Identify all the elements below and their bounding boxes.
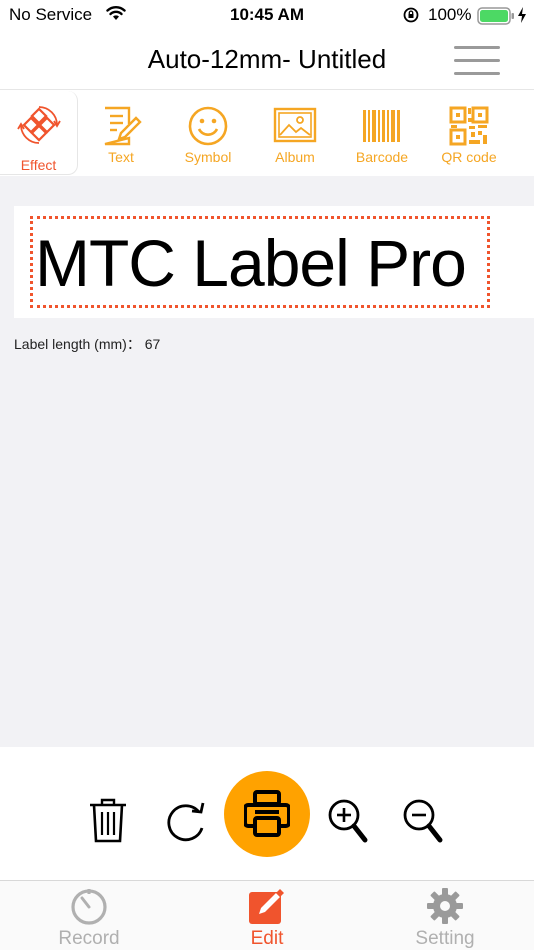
zoom-out-icon[interactable] [402,798,444,849]
barcode-icon [360,106,404,146]
tool-text[interactable]: Text [78,90,164,176]
tab-edit-label: Edit [250,928,284,949]
timer-icon [70,887,108,925]
trash-icon[interactable] [88,797,128,848]
label-length: Label length (mm)： 67 [14,336,161,352]
tool-barcode-label: Barcode [355,149,409,165]
nav-bar: Auto-12mm- Untitled [0,32,534,90]
tool-symbol-label: Symbol [184,149,232,165]
tab-edit[interactable]: Edit [178,881,356,951]
battery-percent: 100% [428,5,472,24]
tool-barcode[interactable]: Barcode [339,90,425,176]
zoom-in-icon[interactable] [327,798,369,849]
tab-setting-label: Setting [415,928,475,949]
hamburger-line [454,72,500,75]
tab-record[interactable]: Record [0,881,178,951]
charging-icon [517,6,527,29]
tool-text-label: Text [108,149,134,165]
status-bar: No Service 10:45 AM 100% [0,0,534,32]
battery-icon [477,7,515,30]
gear-icon [426,887,464,925]
tab-record-label: Record [58,928,120,949]
tab-bar: Record Edit Setting [0,880,534,950]
tool-qr-code-label: QR code [441,149,497,165]
tool-qr-code[interactable]: QR code [426,90,512,176]
label-text: MTC Label Pro [35,226,467,300]
insert-toolbar: Effect Text Symbol Album Barcode QR code [0,90,534,176]
print-button[interactable] [224,771,310,857]
effect-icon [16,101,61,144]
tool-album-label: Album [275,149,315,165]
menu-button[interactable] [452,43,502,79]
tool-album[interactable]: Album [252,90,338,176]
text-edit-icon [99,106,143,146]
label-canvas: MTC Label Pro Label length (mm)： 67 [0,176,534,747]
hamburger-line [454,59,500,62]
tool-effect[interactable]: Effect [0,91,78,175]
hamburger-line [454,46,500,49]
rotate-icon[interactable] [163,800,209,847]
edit-icon [248,887,286,925]
label-preview: MTC Label Pro [14,206,534,318]
tool-effect-label: Effect [20,157,57,173]
selected-text-element[interactable]: MTC Label Pro [30,216,490,308]
action-bar [0,747,534,880]
print-icon [243,790,291,843]
qr-code-icon [447,106,491,146]
rotation-lock-icon [402,6,420,29]
smiley-icon [186,106,230,146]
tool-symbol[interactable]: Symbol [165,90,251,176]
image-icon [273,106,317,146]
tab-setting[interactable]: Setting [356,881,534,951]
